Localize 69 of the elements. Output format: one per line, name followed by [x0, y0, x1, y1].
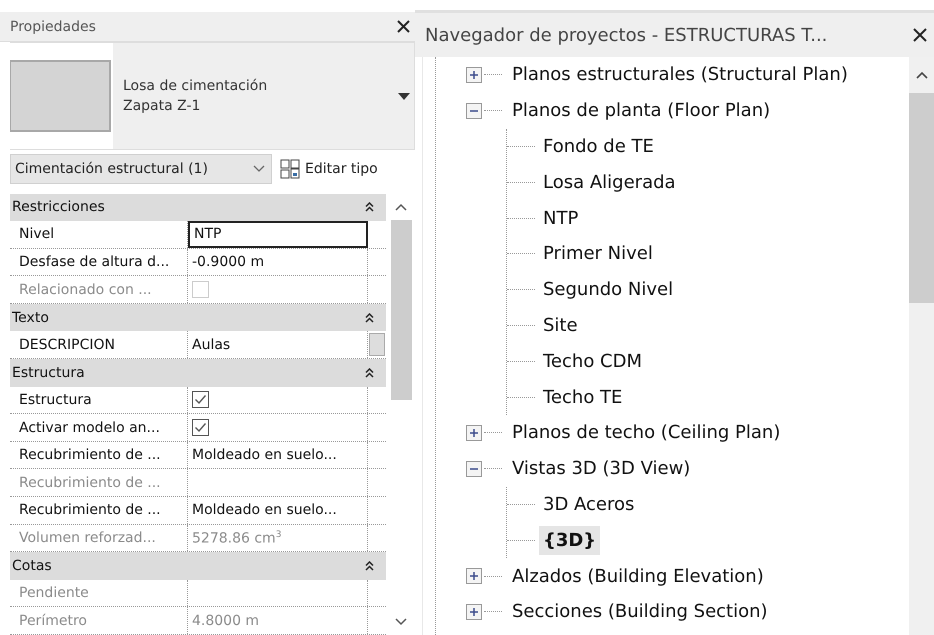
collapse-icon[interactable]	[365, 312, 374, 323]
property-name: Recubrimiento de ...	[10, 469, 188, 496]
close-icon[interactable]	[912, 27, 928, 43]
tree-item[interactable]: Techo CDM	[539, 346, 646, 376]
scroll-up-icon[interactable]	[395, 202, 407, 210]
expand-icon[interactable]	[466, 424, 482, 441]
type-name: Zapata Z-1	[123, 98, 202, 114]
tree-item[interactable]: Alzados (Building Elevation)	[512, 566, 764, 587]
type-selector[interactable]: Losa de cimentación Zapata Z-1	[10, 42, 415, 150]
expand-icon[interactable]	[466, 604, 482, 620]
property-value: 4.8000 m	[192, 612, 260, 629]
tree-item[interactable]: Techo TE	[539, 382, 626, 412]
tree-item[interactable]: Planos de techo (Ceiling Plan)	[512, 422, 780, 444]
group-header[interactable]: Estructura	[10, 359, 386, 387]
tree-item[interactable]: 3D Aceros	[539, 490, 638, 519]
property-name: Perímetro	[10, 607, 188, 634]
group-header[interactable]: Texto	[10, 304, 386, 332]
collapse-icon[interactable]	[365, 561, 374, 572]
chevron-down-icon	[253, 164, 265, 173]
tree-item[interactable]: Primer Nivel	[539, 239, 657, 268]
tree-item[interactable]: Segundo Nivel	[539, 275, 678, 304]
edit-type-button[interactable]: Editar tipo	[280, 158, 378, 179]
tree-item[interactable]: Site	[539, 310, 582, 340]
property-name: Recubrimiento de ...	[10, 497, 188, 524]
property-name: Volumen reforzad...	[10, 524, 188, 552]
checkbox[interactable]	[192, 419, 209, 436]
property-name: DESCRIPCION	[10, 331, 188, 358]
property-name: Recubrimiento de ...	[10, 442, 188, 468]
family-name: Losa de cimentación	[123, 78, 268, 94]
property-value: -0.9000 m	[192, 254, 264, 270]
collapse-icon[interactable]	[466, 460, 482, 477]
scroll-up-icon[interactable]	[916, 71, 928, 79]
property-name: Desfase de altura d...	[10, 248, 188, 276]
scroll-thumb[interactable]	[391, 220, 412, 400]
tree-item[interactable]: Losa Aligerada	[539, 168, 680, 197]
property-name: Nivel	[10, 221, 188, 248]
collapse-icon[interactable]	[365, 202, 374, 212]
expand-icon[interactable]	[466, 568, 482, 584]
property-value: Moldeado en suelo...	[192, 502, 337, 518]
edit-type-icon	[280, 158, 300, 179]
tree-item[interactable]: NTP	[539, 204, 582, 233]
expand-icon[interactable]	[466, 66, 482, 83]
panel-title: Navegador de proyectos - ESTRUCTURAS T...	[425, 24, 828, 46]
panel-title: Propiedades	[10, 18, 96, 35]
scroll-down-icon[interactable]	[395, 618, 407, 626]
collapse-icon[interactable]	[466, 102, 482, 119]
category-dropdown[interactable]: Cimentación estructural (1)	[10, 154, 272, 184]
group-header[interactable]: Cotas	[10, 552, 386, 580]
dropdown-arrow-icon	[398, 93, 410, 100]
tree-item[interactable]: Planos de planta (Floor Plan)	[512, 100, 770, 122]
property-value: Moldeado en suelo...	[192, 447, 337, 464]
checkbox[interactable]	[192, 391, 209, 408]
property-name: Estructura	[10, 386, 188, 414]
close-icon[interactable]	[396, 19, 411, 34]
property-value: Aulas	[192, 336, 230, 353]
tree-item[interactable]: Vistas 3D (3D View)	[512, 458, 690, 480]
input-field[interactable]: NTP	[188, 221, 368, 248]
tree-item[interactable]: {3D}	[539, 526, 600, 555]
scroll-thumb[interactable]	[909, 93, 934, 303]
tree-item[interactable]: Planos estructurales (Structural Plan)	[512, 64, 848, 86]
tree-item[interactable]: Fondo de TE	[539, 132, 658, 161]
scrollbar[interactable]	[909, 57, 934, 635]
tree-item[interactable]: Secciones (Building Section)	[512, 601, 768, 622]
property-value: 5278.86 cm$^{3}$	[192, 530, 282, 546]
group-header[interactable]: Restricciones	[10, 194, 386, 222]
property-name: Relacionado con ...	[10, 276, 188, 303]
collapse-icon[interactable]	[365, 368, 374, 378]
property-name: Pendiente	[10, 580, 188, 606]
property-name: Activar modelo an...	[10, 414, 188, 441]
